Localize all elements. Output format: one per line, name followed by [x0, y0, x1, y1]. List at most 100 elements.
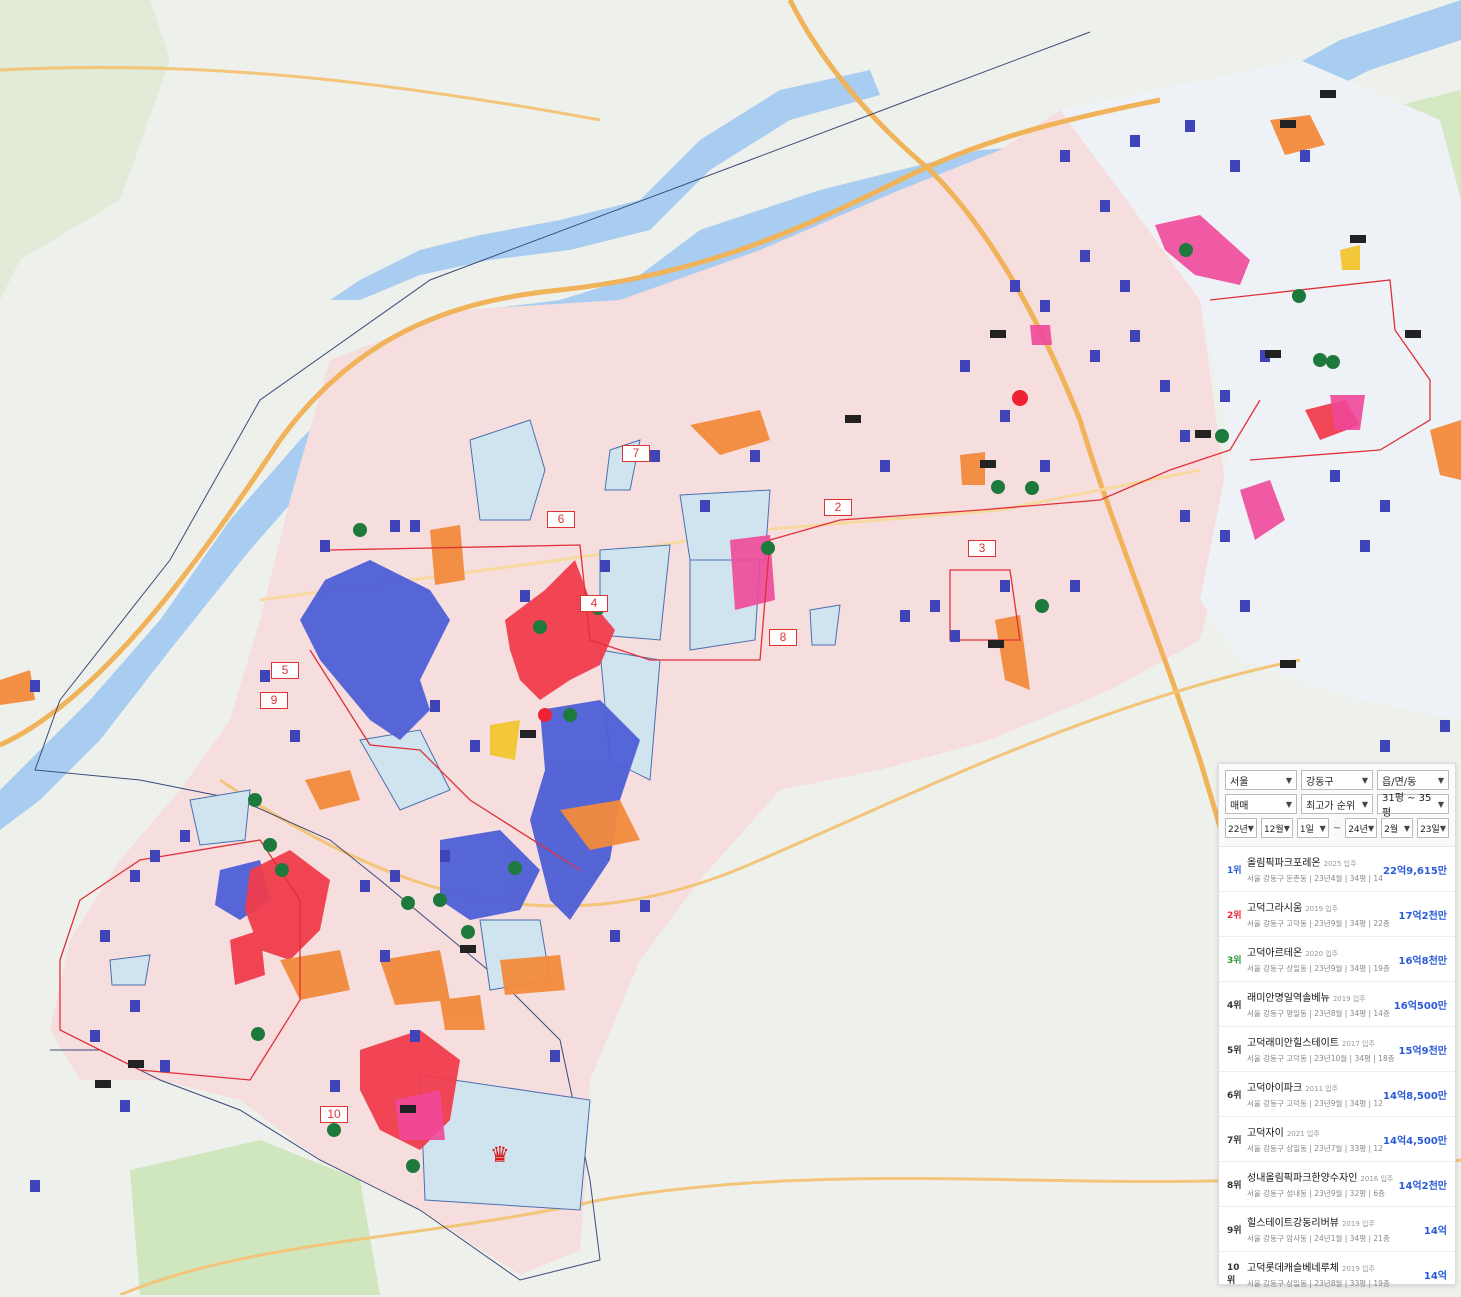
- sort-select[interactable]: 최고가 순위 ▼: [1301, 794, 1373, 814]
- chevron-down-icon: ▼: [1403, 823, 1411, 833]
- zone-label-5[interactable]: 5: [271, 662, 299, 679]
- apt-name-text: 고덕아르테온: [1247, 948, 1303, 959]
- move-in-year: 2011 입주: [1305, 1085, 1339, 1093]
- to-day-value: 23일: [1420, 824, 1440, 835]
- item-info: 고덕아이파크 2011 입주서울 강동구 고덕동 | 23년9월 | 34평 | …: [1247, 1079, 1383, 1109]
- crown-icon: ♛: [490, 1143, 510, 1168]
- apt-name: 고덕롯데캐슬베네루체 2019 입주: [1247, 1259, 1424, 1274]
- apt-name: 고덕아이파크 2011 입주: [1247, 1079, 1383, 1094]
- to-month-select[interactable]: 2월 ▼: [1381, 818, 1414, 838]
- to-year-select[interactable]: 24년 ▼: [1345, 818, 1378, 838]
- apt-meta: 서울 강동구 둔촌동 | 23년4월 | 34평 | 14층: [1247, 874, 1384, 883]
- item-info: 고덕롯데캐슬베네루체 2019 입주서울 강동구 상일동 | 23년8월 | 33…: [1247, 1259, 1424, 1289]
- item-info: 고덕래미안힐스테이트 2017 입주 서울 강동구 고덕동 | 23년10월 | 3…: [1247, 1034, 1399, 1064]
- apt-name: 고덕그라시움 2019 입주: [1247, 899, 1399, 914]
- zone-label-6[interactable]: 6: [547, 511, 575, 528]
- move-in-year: 2019 입주: [1332, 995, 1366, 1003]
- chevron-down-icon: ▼: [1283, 823, 1290, 833]
- from-month-value: 12월: [1263, 824, 1284, 835]
- chevron-down-icon: ▼: [1437, 775, 1444, 785]
- ranking-item[interactable]: 8위 성내올림픽파크한양수자인 2016 입주 서울 강동구 성내동 | 23년9월 …: [1219, 1162, 1455, 1207]
- apt-price: 14억4,500만: [1383, 1135, 1447, 1147]
- ranking-item[interactable]: 5위 고덕래미안힐스테이트 2017 입주 서울 강동구 고덕동 | 23년10월 |…: [1219, 1027, 1455, 1072]
- apt-name-text: 고덕아이파크: [1247, 1083, 1303, 1094]
- ranking-item[interactable]: 1위 올림픽파크포레온 2025 입주서울 강동구 둔촌동 | 23년4월 | 34…: [1219, 847, 1455, 892]
- apt-price: 14억8,500만: [1383, 1090, 1447, 1102]
- ranking-item[interactable]: 3위 고덕아르테온 2020 입주 서울 강동구 상일동 | 23년9월 | 34평 …: [1219, 937, 1455, 982]
- apt-meta: 서울 강동구 고덕동 | 23년9월 | 34평 | 12층: [1247, 1099, 1384, 1108]
- move-in-year: 2019 입주: [1305, 905, 1339, 913]
- apt-name-text: 올림픽파크포레온: [1247, 858, 1321, 869]
- chevron-down-icon: ▼: [1285, 799, 1292, 809]
- apt-price: 14억: [1423, 1225, 1447, 1237]
- apt-name-text: 래미안명일역솔베뉴: [1247, 993, 1330, 1004]
- ranking-list: 1위 올림픽파크포레온 2025 입주서울 강동구 둔촌동 | 23년4월 | 34…: [1219, 847, 1455, 1297]
- item-info: 고덕자이 2021 입주 서울 강동구 상일동 | 23년7월 | 33평 | 12…: [1247, 1124, 1383, 1154]
- from-day-select[interactable]: 1일 ▼: [1296, 818, 1329, 838]
- apt-name-text: 고덕그라시움: [1247, 903, 1303, 914]
- rank-label: 7위: [1227, 1135, 1242, 1146]
- apt-name-text: 고덕자이: [1247, 1128, 1284, 1139]
- ranking-item[interactable]: 6위 고덕아이파크 2011 입주 서울 강동구 고덕동 | 23년9월 | 34평 …: [1219, 1072, 1455, 1117]
- zone-label-3[interactable]: 3: [968, 540, 996, 557]
- dong-select[interactable]: 읍/면/동 ▼: [1377, 770, 1449, 790]
- move-in-year: 2020 입주: [1305, 950, 1339, 958]
- zone-label-7[interactable]: 7: [622, 445, 650, 462]
- zone-label-2[interactable]: 2: [824, 499, 852, 516]
- filter-bar: 서울 ▼ 강동구 ▼ 읍/면/동 ▼ 매매 ▼ 최고가 순위 ▼ 31평 ~ 35평 ▼ 2…: [1219, 764, 1455, 847]
- chevron-down-icon: ▼: [1247, 823, 1254, 833]
- trade-select[interactable]: 매매 ▼: [1225, 794, 1297, 814]
- ranking-item[interactable]: 2위 고덕그라시움 2019 입주서울 강동구 고덕동 | 23년9월 | 34평 …: [1219, 892, 1455, 937]
- ranking-item[interactable]: 7위 고덕자이 2021 입주 서울 강동구 상일동 | 23년7월 | 33평 | …: [1219, 1117, 1455, 1162]
- apt-price: 15억9천만: [1398, 1045, 1447, 1057]
- dong-value: 읍/면/동: [1382, 776, 1417, 788]
- chevron-down-icon: ▼: [1361, 799, 1368, 809]
- zone-label-9[interactable]: 9: [260, 692, 288, 709]
- from-day-value: 1일: [1299, 824, 1314, 835]
- move-in-year: 2025 입주: [1323, 860, 1357, 868]
- yellow-area: [490, 720, 520, 760]
- apt-meta: 서울 강동구 암사동 | 24년1월 | 34평 | 21층: [1247, 1234, 1390, 1243]
- apt-meta: 서울 강동구 상일동 | 23년8월 | 33평 | 19층: [1247, 1279, 1390, 1288]
- ranking-item[interactable]: 10위 고덕롯데캐슬베네루체 2019 입주 서울 강동구 상일동 | 23년8월 |…: [1219, 1252, 1455, 1297]
- apt-name: 고덕자이 2021 입주: [1247, 1124, 1383, 1139]
- apt-meta: 서울 강동구 명일동 | 23년8월 | 34평 | 14층: [1247, 1009, 1390, 1018]
- chevron-down-icon: ▼: [1367, 823, 1375, 833]
- apt-meta: 서울 강동구 성내동 | 23년9월 | 32평 | 6층: [1247, 1189, 1386, 1198]
- size-value: 31평 ~ 35평: [1382, 793, 1432, 819]
- move-in-year: 2021 입주: [1286, 1130, 1320, 1138]
- ranking-panel: 서울 ▼ 강동구 ▼ 읍/면/동 ▼ 매매 ▼ 최고가 순위 ▼ 31평 ~ 35평 ▼ 2…: [1218, 763, 1456, 1297]
- rank-label: 1위: [1227, 865, 1242, 876]
- from-year-select[interactable]: 22년 ▼: [1225, 818, 1257, 838]
- chevron-down-icon: ▼: [1437, 799, 1444, 809]
- chevron-down-icon: ▼: [1361, 775, 1368, 785]
- rank-label: 2위: [1227, 910, 1242, 921]
- apt-name-text: 고덕래미안힐스테이트: [1247, 1038, 1339, 1049]
- apt-meta: 서울 강동구 고덕동 | 23년10월 | 34평 | 18층: [1247, 1054, 1395, 1063]
- size-select[interactable]: 31평 ~ 35평 ▼: [1377, 793, 1449, 819]
- apt-price: 14억: [1423, 1270, 1447, 1282]
- zone-label-10[interactable]: 10: [320, 1106, 348, 1123]
- ranking-item[interactable]: 4위 래미안명일역솔베뉴 2019 입주서울 강동구 명일동 | 23년8월 | 3…: [1219, 982, 1455, 1027]
- rank-label: 9위: [1227, 1225, 1242, 1236]
- apt-price: 17억2천만: [1398, 910, 1447, 922]
- apt-price: 22억9,615만: [1383, 865, 1447, 877]
- to-day-select[interactable]: 23일 ▼: [1417, 818, 1450, 838]
- rank-label: 8위: [1227, 1180, 1242, 1191]
- from-month-select[interactable]: 12월 ▼: [1260, 818, 1293, 838]
- item-info: 올림픽파크포레온 2025 입주서울 강동구 둔촌동 | 23년4월 | 34평 …: [1247, 854, 1383, 884]
- district-select[interactable]: 강동구 ▼: [1301, 770, 1373, 790]
- item-info: 고덕그라시움 2019 입주서울 강동구 고덕동 | 23년9월 | 34평 | …: [1247, 899, 1399, 929]
- red-pin: [538, 708, 552, 722]
- apt-price: 16억500만: [1393, 1000, 1447, 1012]
- rank-label: 4위: [1227, 1000, 1242, 1011]
- ranking-item[interactable]: 9위 힐스테이트강동리버뷰 2019 입주 서울 강동구 암사동 | 24년1월 | …: [1219, 1207, 1455, 1252]
- apt-meta: 서울 강동구 고덕동 | 23년9월 | 34평 | 22층: [1247, 919, 1390, 928]
- zone-label-8[interactable]: 8: [769, 629, 797, 646]
- move-in-year: 2019 입주: [1342, 1220, 1375, 1228]
- red-pin: [1012, 390, 1028, 406]
- zone-label-4[interactable]: 4: [580, 595, 608, 612]
- apt-name-text: 성내올림픽파크한양수자인: [1247, 1173, 1358, 1184]
- city-value: 서울: [1230, 776, 1249, 788]
- city-select[interactable]: 서울 ▼: [1225, 770, 1297, 790]
